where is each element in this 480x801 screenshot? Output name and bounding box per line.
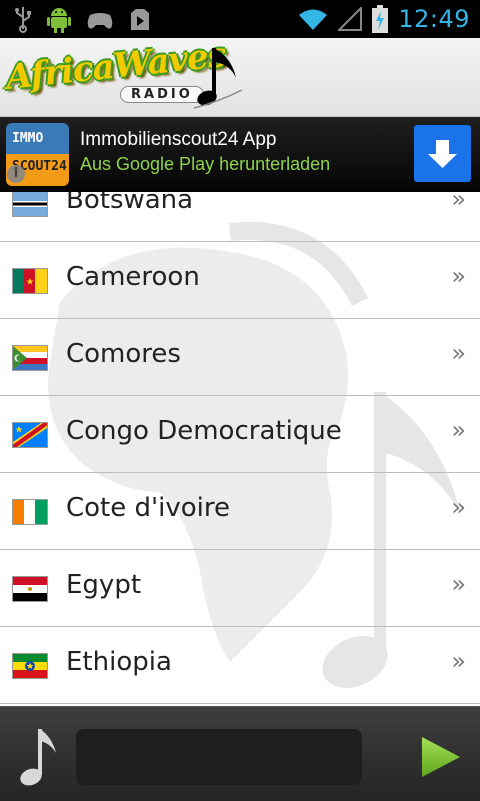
chevron-right-icon: » [451, 570, 466, 598]
list-item[interactable]: Ethiopia » [0, 627, 480, 704]
country-name: Egypt [66, 570, 142, 600]
ad-icon-top-text: IMMO [6, 123, 69, 154]
info-icon[interactable]: i [7, 165, 25, 183]
chevron-right-icon: » [451, 262, 466, 290]
list-item[interactable]: Cameroon » [0, 242, 480, 319]
battery-charging-icon [372, 5, 389, 33]
list-item[interactable]: Cote d'ivoire » [0, 473, 480, 550]
ad-download-button[interactable] [414, 125, 471, 182]
list-item[interactable]: Congo Democratique » [0, 396, 480, 473]
chevron-right-icon: » [451, 339, 466, 367]
flag-cote-divoire-icon [12, 499, 48, 525]
flag-congo-dr-icon [12, 422, 48, 448]
system-icons: 12:49 [298, 0, 470, 38]
flag-cameroon-icon [12, 268, 48, 294]
country-name: Botswana [66, 192, 194, 215]
flag-botswana-icon [12, 192, 48, 217]
now-playing-display [76, 729, 362, 785]
wifi-icon [299, 9, 328, 30]
play-store-icon [131, 9, 149, 30]
android-robot-icon [47, 8, 71, 33]
clock: 12:49 [398, 5, 470, 33]
ad-subtitle: Aus Google Play herunterladen [80, 154, 331, 174]
flag-comores-icon [12, 345, 48, 371]
country-list-area[interactable]: Botswana » Cameroon » Comores » Congo De… [0, 192, 480, 706]
country-name: Congo Democratique [66, 416, 342, 446]
player-bar [0, 706, 480, 801]
country-list: Botswana » Cameroon » Comores » Congo De… [0, 192, 480, 704]
list-item[interactable]: Egypt » [0, 550, 480, 627]
chevron-right-icon: » [451, 192, 466, 213]
country-name: Comores [66, 339, 181, 369]
list-item[interactable]: Botswana » [0, 192, 480, 242]
download-arrow-icon [428, 140, 457, 168]
chevron-right-icon: » [451, 493, 466, 521]
country-name: Cameroon [66, 262, 200, 292]
music-note-icon [20, 729, 56, 786]
ad-banner[interactable]: IMMO SCOUT24 i Immobilienscout24 App Aus… [0, 117, 480, 192]
game-controller-icon [87, 13, 113, 29]
signal-icon [338, 7, 363, 31]
country-name: Ethiopia [66, 647, 172, 677]
chevron-right-icon: » [451, 416, 466, 444]
ad-title: Immobilienscout24 App [80, 129, 277, 150]
list-item[interactable]: Comores » [0, 319, 480, 396]
flag-egypt-icon [12, 576, 48, 602]
flag-ethiopia-icon [12, 653, 48, 679]
play-button[interactable] [418, 735, 462, 779]
usb-icon [15, 7, 31, 33]
country-name: Cote d'ivoire [66, 493, 231, 523]
chevron-right-icon: » [451, 647, 466, 675]
app-header: AfricaWaves RADIO [0, 35, 480, 117]
notification-icons [14, 6, 152, 34]
music-note-icon [193, 48, 243, 109]
status-bar: 12:49 [0, 0, 480, 38]
